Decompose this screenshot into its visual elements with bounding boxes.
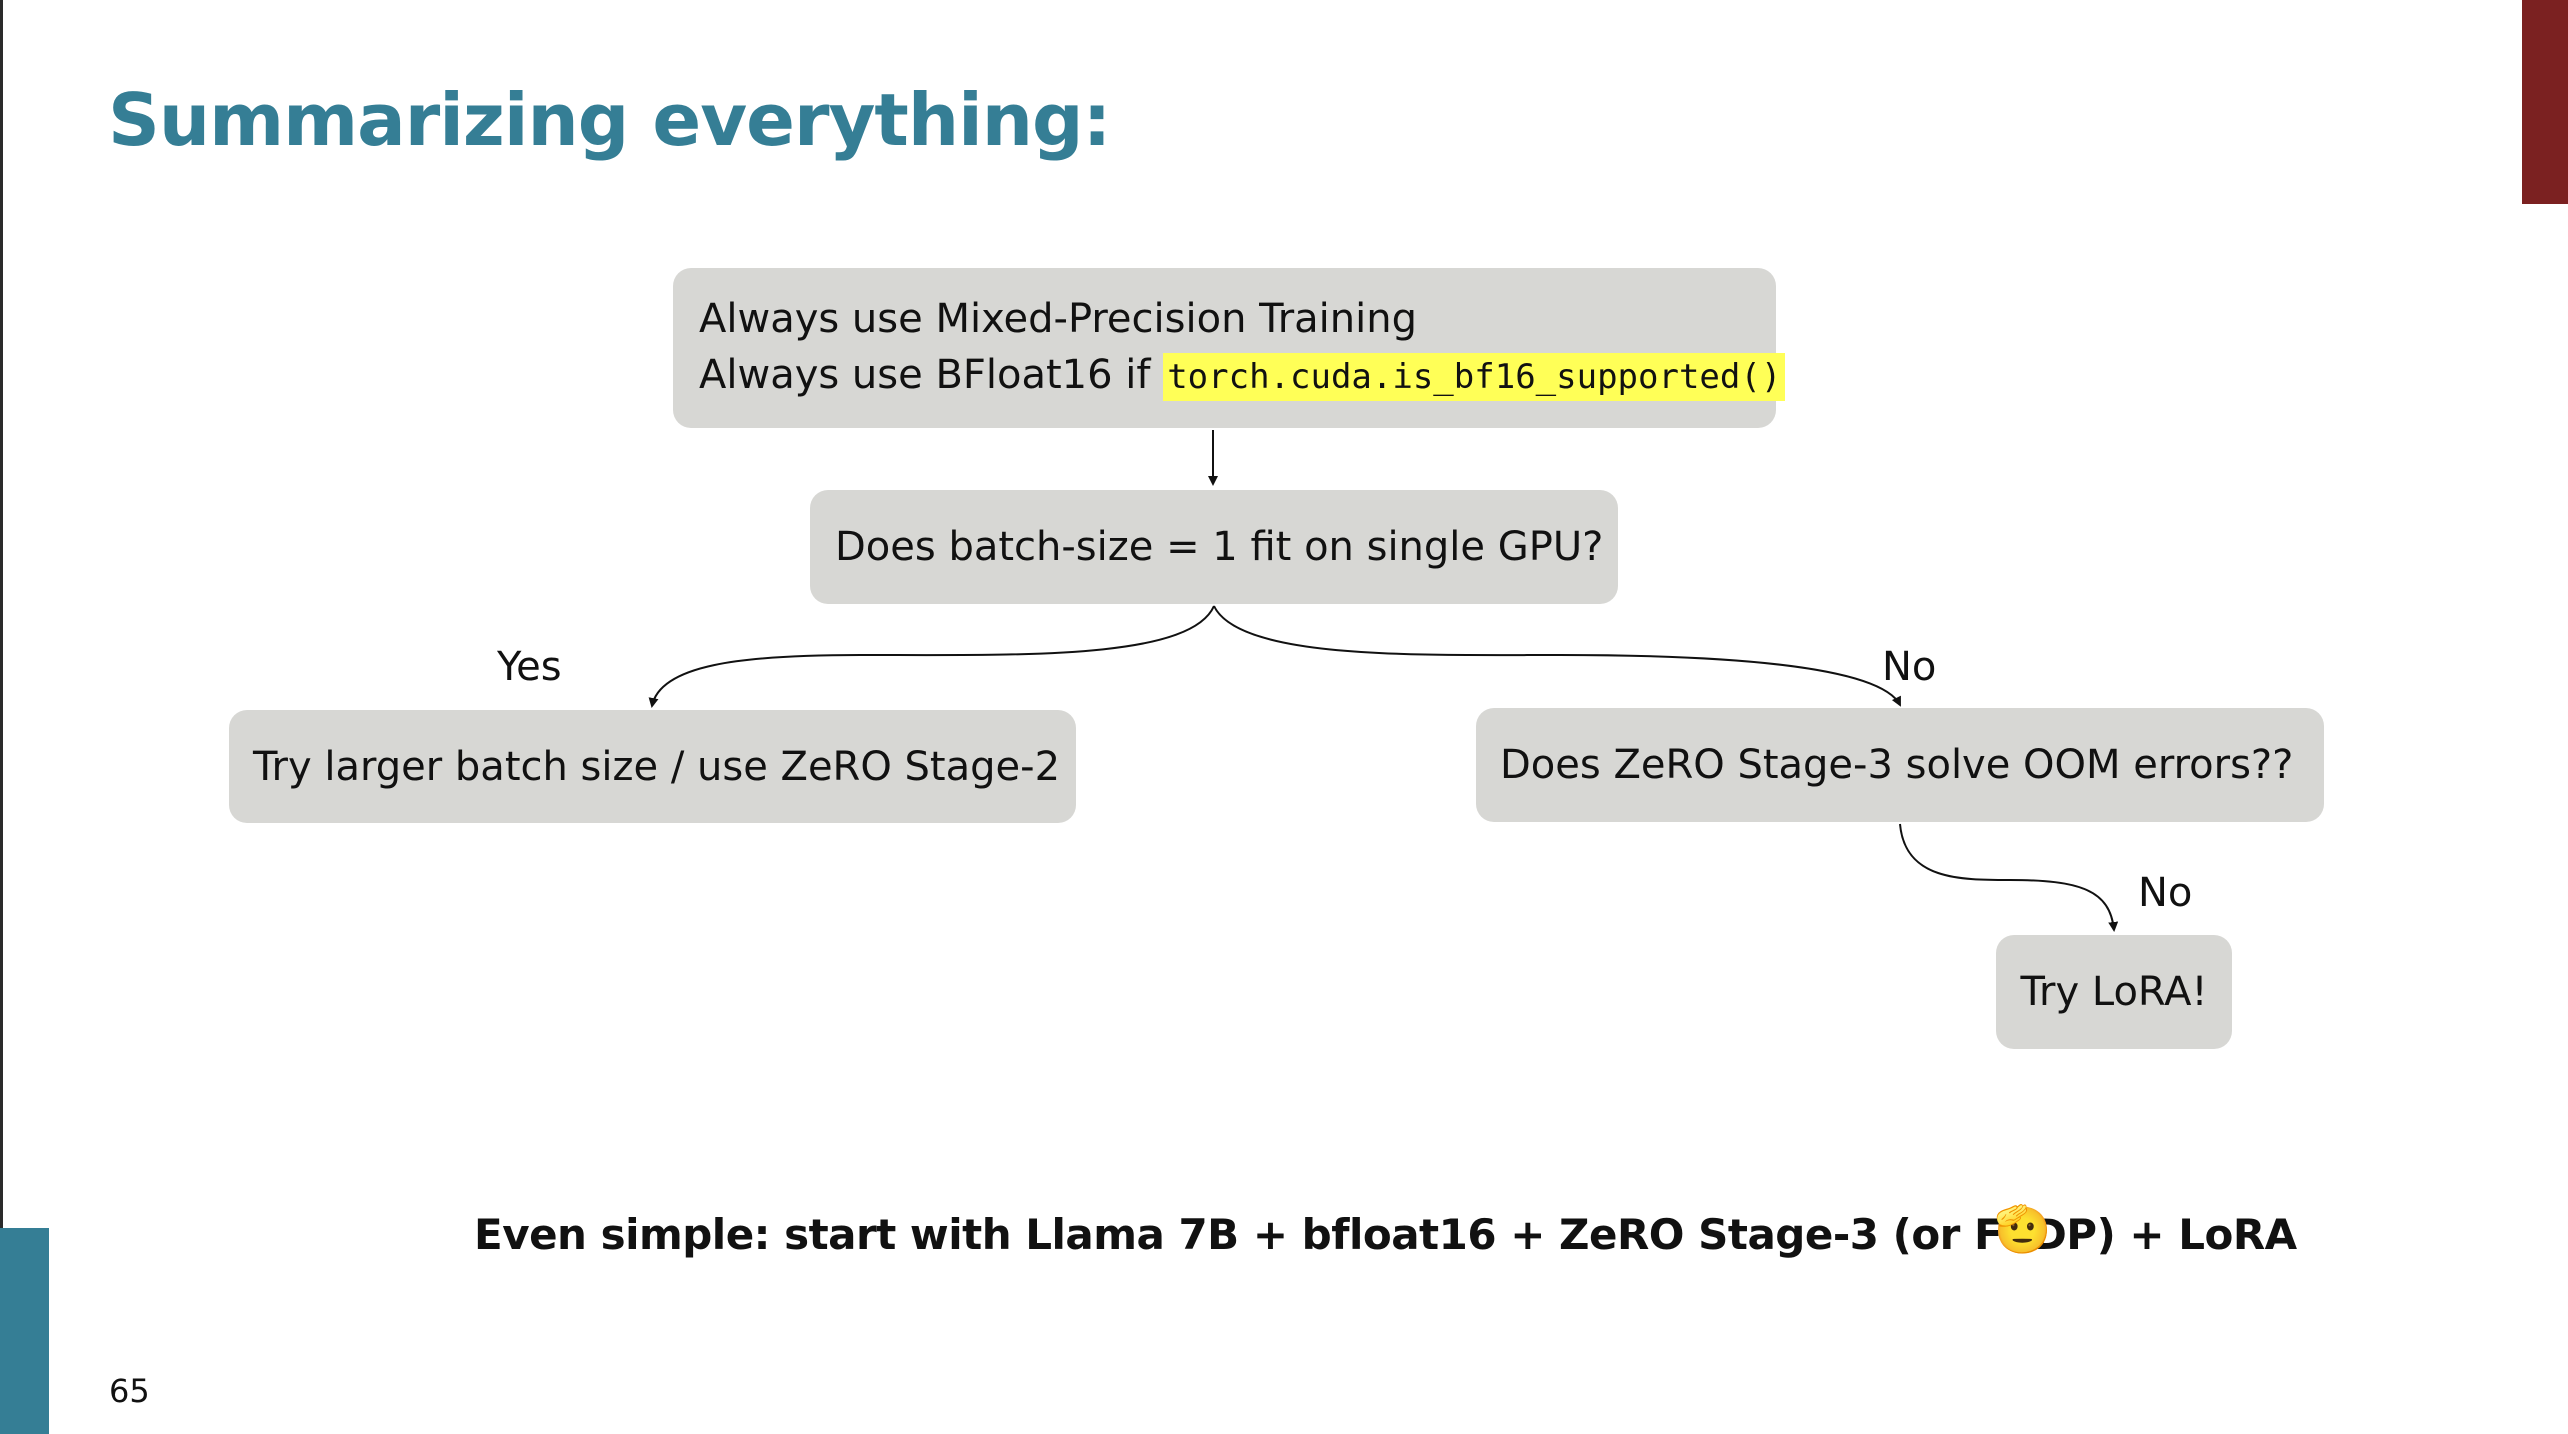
connector-question2-to-lora: [1899, 823, 2119, 932]
larger-batch-text: Try larger batch size / use ZeRO Stage-2: [253, 743, 1061, 790]
no-label-2: No: [2138, 870, 2193, 916]
try-lora-text: Try LoRA!: [2020, 969, 2208, 1015]
yes-label: Yes: [497, 644, 562, 690]
no-label: No: [1882, 644, 1937, 690]
bfloat16-line: Always use BFloat16 if torch.cuda.is_bf1…: [699, 347, 1786, 405]
try-lora-box: Try LoRA!: [1996, 935, 2232, 1049]
saluting-face-icon: 🫡: [1994, 1202, 2052, 1256]
mixed-precision-box: Always use Mixed-Precision Training Alwa…: [673, 268, 1786, 428]
zero3-question-text: Does ZeRO Stage-3 solve OOM errors??: [1500, 742, 2294, 788]
batch-size-question-text: Does batch-size = 1 fit on single GPU?: [835, 524, 1604, 570]
batch-size-question-box: Does batch-size = 1 fit on single GPU?: [810, 490, 1618, 604]
mixed-precision-line: Always use Mixed-Precision Training: [699, 296, 1417, 342]
bfloat16-line-text: Always use BFloat16 if: [699, 352, 1151, 398]
page-number: 65: [109, 1372, 150, 1410]
zero3-question-box: Does ZeRO Stage-3 solve OOM errors??: [1476, 708, 2324, 822]
connector-question1-to-yes: [648, 605, 1215, 708]
bf16-check-code: torch.cuda.is_bf16_supported(): [1163, 353, 1786, 401]
connector-question1-to-no: [1213, 605, 1901, 707]
larger-batch-box: Try larger batch size / use ZeRO Stage-2: [229, 710, 1076, 823]
